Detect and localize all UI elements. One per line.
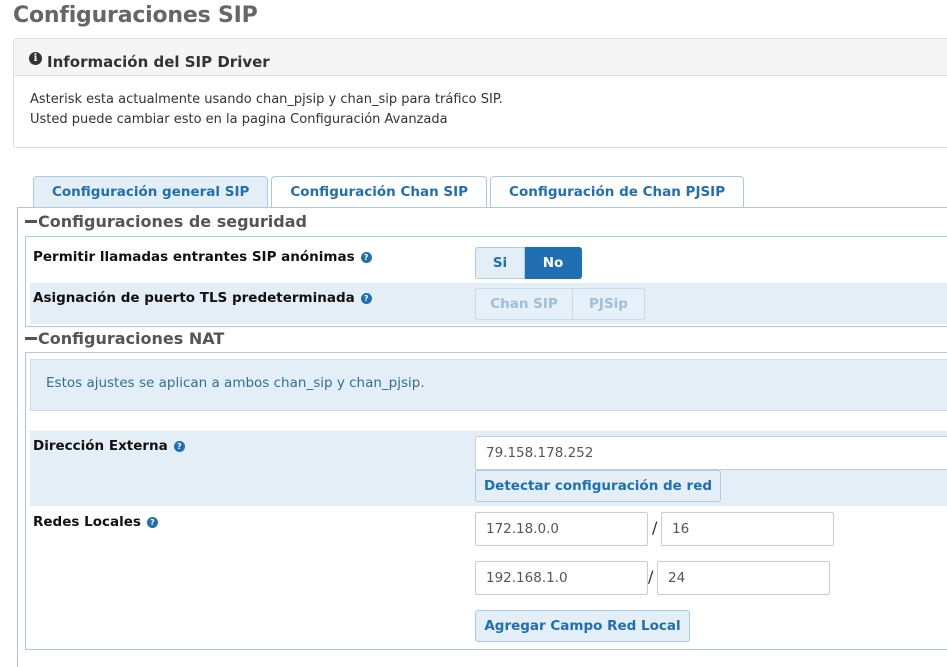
external-address-label: Dirección Externa ?: [33, 438, 185, 454]
local-networks-label: Redes Locales ?: [33, 514, 158, 530]
nat-notice-text: Estos ajustes se aplican a ambos chan_si…: [46, 375, 425, 391]
cidr-separator: /: [652, 518, 658, 537]
info-line-driver: Asterisk esta actualmente usando chan_pj…: [30, 92, 503, 107]
tls-chan-sip-button[interactable]: Chan SIP: [475, 288, 573, 320]
detect-network-button[interactable]: Detectar configuración de red: [475, 470, 721, 502]
section-nat-toggle[interactable]: Configuraciones NAT: [25, 329, 224, 348]
settings-tabs: Configuración general SIP Configuración …: [33, 176, 747, 208]
tls-port-toggle: Chan SIP PJSip: [475, 288, 645, 320]
anonymous-no-button[interactable]: No: [525, 247, 582, 279]
tab-chan-sip[interactable]: Configuración Chan SIP: [271, 176, 488, 208]
add-local-network-button[interactable]: Agregar Campo Red Local: [475, 610, 690, 642]
local-network-cidr-input[interactable]: [657, 561, 830, 595]
collapse-minus-icon: [25, 220, 37, 223]
anonymous-calls-label: Permitir llamadas entrantes SIP anónimas…: [33, 249, 372, 265]
local-networks-label-text: Redes Locales: [33, 514, 141, 530]
tab-chan-pjsip[interactable]: Configuración de Chan PJSIP: [490, 176, 745, 208]
local-network-cidr-input[interactable]: [661, 512, 834, 546]
nat-info-alert: Estos ajustes se aplican a ambos chan_si…: [30, 359, 947, 411]
info-panel-title: Información del SIP Driver: [47, 52, 270, 71]
info-panel-heading: i Información del SIP Driver: [14, 39, 947, 76]
info-line-advanced: Usted puede cambiar esto en la pagina Co…: [30, 112, 448, 127]
help-question-icon[interactable]: ?: [146, 516, 158, 528]
help-question-icon[interactable]: ?: [360, 292, 372, 304]
section-security-toggle[interactable]: Configuraciones de seguridad: [25, 212, 307, 231]
section-security-title: Configuraciones de seguridad: [38, 212, 307, 231]
info-circle-icon: i: [29, 52, 42, 65]
sip-driver-info-panel: i Información del SIP Driver Asterisk es…: [13, 38, 947, 148]
tab-general-sip[interactable]: Configuración general SIP: [33, 176, 269, 208]
tls-port-label: Asignación de puerto TLS predeterminada …: [33, 290, 372, 306]
cidr-separator: /: [648, 567, 654, 586]
anonymous-calls-label-text: Permitir llamadas entrantes SIP anónimas: [33, 249, 355, 265]
anonymous-calls-toggle: Si No: [475, 247, 582, 279]
help-question-icon[interactable]: ?: [360, 251, 372, 263]
tls-port-label-text: Asignación de puerto TLS predeterminada: [33, 290, 355, 306]
local-network-address-input[interactable]: [475, 561, 648, 595]
anonymous-yes-button[interactable]: Si: [475, 247, 525, 279]
page-title: Configuraciones SIP: [13, 3, 258, 28]
info-panel-body: Asterisk esta actualmente usando chan_pj…: [14, 76, 947, 130]
help-question-icon[interactable]: ?: [173, 440, 185, 452]
external-address-label-text: Dirección Externa: [33, 438, 168, 454]
local-network-address-input[interactable]: [475, 512, 648, 546]
section-nat-title: Configuraciones NAT: [38, 329, 225, 348]
collapse-minus-icon: [25, 337, 37, 340]
tls-pjsip-button[interactable]: PJSip: [573, 288, 645, 320]
external-address-input[interactable]: [475, 436, 947, 470]
